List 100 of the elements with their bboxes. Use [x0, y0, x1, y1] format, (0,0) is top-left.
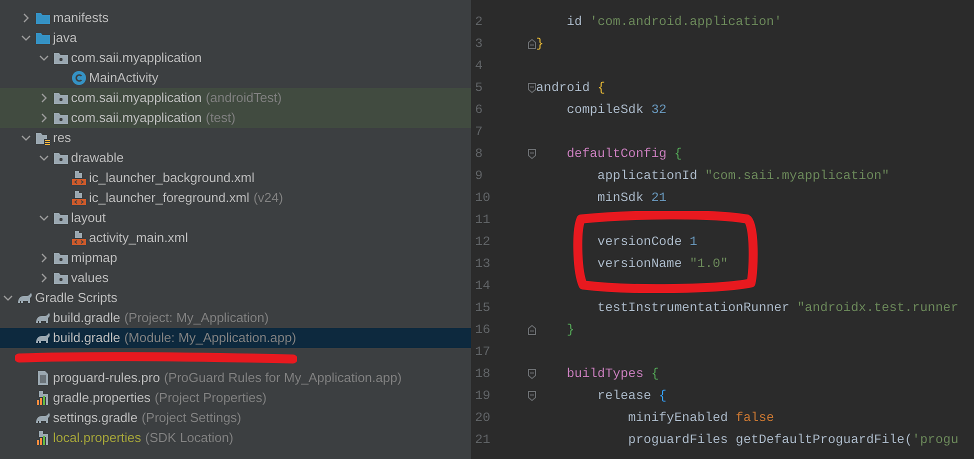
xml-file-icon [71, 190, 87, 206]
tree-item-hint: (Project Settings) [142, 409, 242, 428]
code-line: buildTypes { [566, 365, 659, 384]
line-number: 6 [475, 101, 484, 120]
fold-marker-icon[interactable] [528, 39, 536, 49]
fold-marker-icon[interactable] [528, 149, 536, 159]
code-line: proguardFiles getDefaultProguardFile('progu [627, 431, 958, 450]
line-number: 20 [475, 409, 492, 428]
tree-item-label: Gradle Scripts [35, 289, 118, 308]
resource-folder-icon [35, 130, 51, 146]
line-number: 14 [475, 277, 492, 296]
fold-marker-icon[interactable] [528, 369, 536, 379]
code-line: minifyEnabled false [627, 409, 774, 428]
tree-row[interactable]: com.saii.myapplication [0, 48, 471, 68]
tree-row[interactable]: activity_main.xml [0, 228, 471, 248]
tree-item-label: ic_launcher_background.xml [89, 169, 254, 188]
tree-row[interactable]: layout [0, 208, 471, 228]
properties-file-icon [35, 390, 51, 406]
tree-item-label: res [53, 129, 72, 148]
line-number: 8 [475, 145, 484, 164]
tree-row[interactable]: local.properties (SDK Location) [0, 428, 471, 448]
class-icon [71, 70, 87, 86]
line-number: 10 [475, 189, 492, 208]
tree-item-hint: (Project Properties) [154, 389, 267, 408]
tree-item-label: com.saii.myapplication [71, 89, 202, 108]
tree-row[interactable]: res [0, 128, 471, 148]
tree-item-label: proguard-rules.pro [53, 369, 160, 388]
tree-item-label: com.saii.myapplication [71, 109, 202, 128]
fold-marker-icon[interactable] [528, 325, 536, 335]
tree-row[interactable]: gradle.properties (Project Properties) [0, 388, 471, 408]
tree-item-hint: (test) [206, 109, 236, 128]
tree-row[interactable]: manifests [0, 8, 471, 28]
code-line: compileSdk 32 [566, 101, 667, 120]
tree-item-label: build.gradle [53, 309, 120, 328]
folder-icon [53, 150, 69, 166]
code-line: applicationId "com.saii.myapplication" [596, 167, 890, 186]
tree-item-label: java [53, 29, 77, 48]
tree-row[interactable]: MainActivity [0, 68, 471, 88]
line-number: 21 [475, 431, 492, 450]
code-line: versionCode 1 [596, 233, 698, 252]
code-line: versionName "1.0" [596, 255, 728, 274]
folder-icon [53, 270, 69, 286]
line-number: 2 [475, 13, 484, 32]
folder-icon [53, 110, 69, 126]
xml-file-icon [71, 170, 87, 186]
tree-row[interactable]: mipmap [0, 248, 471, 268]
tree-item-label: com.saii.myapplication [71, 49, 202, 68]
folder-icon [35, 30, 51, 46]
fold-marker-icon[interactable] [528, 83, 536, 93]
tree-item-label: build.gradle [53, 329, 120, 348]
tree-item-label: gradle.properties [53, 389, 151, 408]
tree-item-label: manifests [53, 9, 109, 28]
tree-item-hint: (androidTest) [206, 89, 282, 108]
tree-item-hint: (v24) [253, 189, 284, 208]
line-number: 16 [475, 321, 492, 340]
code-line: id 'com.android.application' [566, 13, 782, 32]
text-file-icon [35, 370, 51, 386]
tree-item-label: mipmap [71, 249, 118, 268]
tree-item-label: MainActivity [89, 69, 158, 88]
tree-item-label: local.properties [53, 429, 142, 448]
code-line: } [536, 35, 544, 54]
line-number: 18 [475, 365, 492, 384]
line-number: 12 [475, 233, 492, 252]
code-line: release { [596, 387, 667, 406]
folder-icon [53, 90, 69, 106]
tree-row[interactable]: java [0, 28, 471, 48]
tree-row[interactable]: Gradle Scripts [0, 288, 471, 308]
line-number: 3 [475, 35, 484, 54]
line-number: 4 [475, 57, 484, 76]
folder-icon [53, 250, 69, 266]
line-number: 13 [475, 255, 492, 274]
tree-row[interactable]: settings.gradle (Project Settings) [0, 408, 471, 428]
folder-icon [35, 10, 51, 26]
tree-row[interactable]: ic_launcher_background.xml [0, 168, 471, 188]
folder-icon [53, 50, 69, 66]
tree-row[interactable]: drawable [0, 148, 471, 168]
properties-file-icon [35, 430, 51, 446]
tree-item-hint: (Project: My_Application) [124, 309, 269, 328]
code-line: android { [536, 79, 606, 98]
tree-row[interactable]: com.saii.myapplication (androidTest) [0, 88, 471, 108]
tree-row[interactable]: ic_launcher_foreground.xml (v24) [0, 188, 471, 208]
line-number: 7 [475, 123, 484, 142]
line-number: 15 [475, 299, 492, 318]
tree-row[interactable]: values [0, 268, 471, 288]
folder-icon [53, 210, 69, 226]
line-number: 9 [475, 167, 484, 186]
code-line: } [566, 321, 574, 340]
tree-row[interactable]: proguard-rules.pro (ProGuard Rules for My_Application.app) [0, 368, 471, 388]
tree-item-label: ic_launcher_foreground.xml [89, 189, 250, 208]
code-line: defaultConfig { [566, 145, 682, 164]
tree-item-hint: (Module: My_Application.app) [124, 329, 296, 348]
tree-item-hint: (SDK Location) [145, 429, 234, 448]
tree-row[interactable]: build.gradle (Module: My_Application.app) [0, 328, 471, 348]
xml-file-icon [71, 230, 87, 246]
fold-marker-icon[interactable] [528, 391, 536, 401]
tree-row[interactable]: build.gradle (Project: My_Application) [0, 308, 471, 328]
tree-item-label: values [71, 269, 109, 288]
code-line: testInstrumentationRunner "androidx.test.runner [596, 299, 958, 318]
tree-row[interactable]: com.saii.myapplication (test) [0, 108, 471, 128]
tree-item-hint: (ProGuard Rules for My_Application.app) [164, 369, 402, 388]
